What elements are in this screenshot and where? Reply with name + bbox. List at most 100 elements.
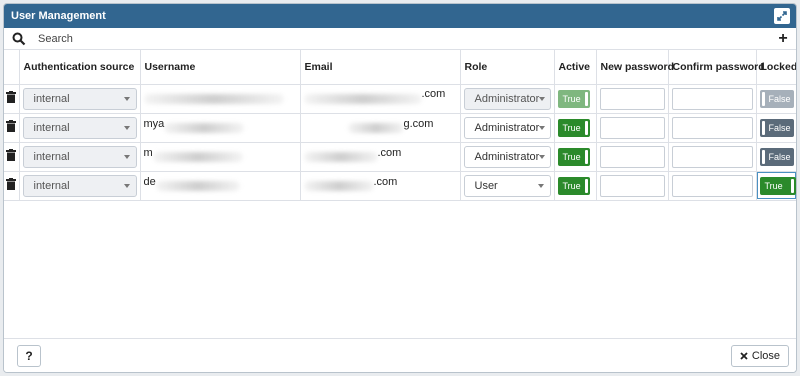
email-suffix: .com — [377, 146, 402, 159]
users-table: Authentication source Username Email Rol… — [4, 50, 796, 201]
maximize-button[interactable] — [774, 8, 790, 24]
header-username: Username — [140, 50, 301, 85]
redacted-username — [155, 180, 240, 191]
new-password-field[interactable] — [599, 87, 665, 110]
active-value: True — [562, 93, 581, 104]
header-new-password: New password — [596, 50, 674, 85]
header-role: Role — [460, 50, 555, 85]
role-value: User — [474, 179, 498, 192]
help-button[interactable]: ? — [17, 344, 41, 367]
redacted-email — [303, 93, 422, 104]
close-button[interactable]: Close — [730, 344, 789, 367]
email-cell[interactable]: .com — [300, 142, 461, 172]
add-user-button[interactable]: + — [776, 30, 790, 46]
active-value: True — [562, 180, 581, 191]
search-bar: + — [4, 28, 796, 50]
username-cell[interactable] — [140, 84, 301, 114]
user-management-dialog: User Management + Authentication source … — [3, 3, 797, 373]
chevron-down-icon — [123, 125, 130, 130]
expand-icon — [777, 11, 787, 21]
auth-source-select: internal — [22, 145, 137, 168]
email-suffix: .com — [421, 87, 446, 100]
trash-icon[interactable] — [6, 91, 17, 103]
chevron-down-icon — [539, 125, 546, 130]
email-cell[interactable]: .com — [300, 171, 461, 201]
header-delete — [4, 50, 20, 85]
header-confirm-password: Confirm password — [668, 50, 765, 85]
new-password-field[interactable] — [599, 116, 665, 139]
locked-toggle[interactable]: True — [759, 176, 796, 195]
locked-value: True — [764, 180, 783, 191]
username-text: de — [143, 175, 156, 188]
role-value: Administrator — [474, 150, 540, 163]
auth-source-value: internal — [33, 150, 70, 163]
locked-toggle: False — [759, 89, 794, 108]
auth-source-select: internal — [22, 87, 137, 110]
locked-value: False — [768, 122, 791, 133]
table-row: internal .com Administrator True False — [4, 84, 796, 114]
chevron-down-icon — [123, 96, 130, 101]
search-input[interactable] — [38, 32, 776, 45]
close-label: Close — [751, 349, 780, 362]
redacted-email — [303, 151, 378, 162]
trash-icon[interactable] — [6, 120, 17, 132]
chevron-down-icon — [539, 154, 546, 159]
trash-icon[interactable] — [6, 178, 17, 190]
active-toggle: True — [557, 89, 590, 108]
auth-source-value: internal — [33, 92, 70, 105]
username-cell[interactable]: m — [140, 142, 301, 172]
active-value: True — [562, 151, 581, 162]
confirm-password-field[interactable] — [671, 116, 753, 139]
redacted-email — [303, 180, 374, 191]
new-password-field[interactable] — [599, 174, 665, 197]
close-icon — [740, 351, 748, 360]
role-select[interactable]: Administrator — [463, 116, 551, 139]
help-label: ? — [25, 348, 33, 363]
chevron-down-icon — [123, 154, 130, 159]
header-email: Email — [300, 50, 461, 85]
locked-toggle[interactable]: False — [759, 118, 794, 137]
active-value: True — [562, 122, 581, 133]
active-toggle[interactable]: True — [557, 118, 590, 137]
username-text: mya — [143, 117, 165, 130]
email-suffix: g.com — [403, 117, 434, 130]
username-text: m — [143, 146, 153, 159]
table-row: internal mya g.com Administrator True Fa… — [4, 113, 796, 143]
role-value: Administrator — [474, 121, 540, 134]
active-toggle[interactable]: True — [557, 147, 590, 166]
email-suffix: .com — [373, 175, 398, 188]
role-select[interactable]: User — [463, 174, 551, 197]
role-select: Administrator — [463, 87, 551, 110]
username-cell[interactable]: mya — [140, 113, 301, 143]
chevron-down-icon — [123, 183, 130, 188]
role-value: Administrator — [474, 92, 540, 105]
role-select[interactable]: Administrator — [463, 145, 551, 168]
auth-source-select: internal — [22, 174, 137, 197]
locked-toggle[interactable]: False — [759, 147, 794, 166]
dialog-footer: ? Close — [4, 338, 796, 372]
confirm-password-field[interactable] — [671, 145, 753, 168]
active-toggle[interactable]: True — [557, 176, 590, 195]
new-password-field[interactable] — [599, 145, 665, 168]
auth-source-value: internal — [33, 121, 70, 134]
email-cell[interactable]: .com — [300, 84, 461, 114]
dialog-title: User Management — [11, 10, 106, 22]
header-active: Active — [554, 50, 597, 85]
table-row: internal m .com Administrator True False — [4, 142, 796, 172]
dialog-titlebar: User Management — [4, 4, 796, 28]
chevron-down-icon — [537, 183, 544, 188]
chevron-down-icon — [539, 96, 546, 101]
header-locked: Locked — [756, 50, 796, 85]
username-cell[interactable]: de — [140, 171, 301, 201]
confirm-password-field[interactable] — [671, 174, 753, 197]
auth-source-select: internal — [22, 116, 137, 139]
email-cell[interactable]: g.com — [300, 113, 461, 143]
redacted-username — [164, 122, 245, 133]
confirm-password-field[interactable] — [671, 87, 753, 110]
table-header-row: Authentication source Username Email Rol… — [4, 50, 796, 85]
locked-value: False — [768, 93, 791, 104]
header-auth-source: Authentication source — [19, 50, 141, 85]
locked-value: False — [768, 151, 791, 162]
redacted-username — [143, 93, 284, 104]
trash-icon[interactable] — [6, 149, 17, 161]
